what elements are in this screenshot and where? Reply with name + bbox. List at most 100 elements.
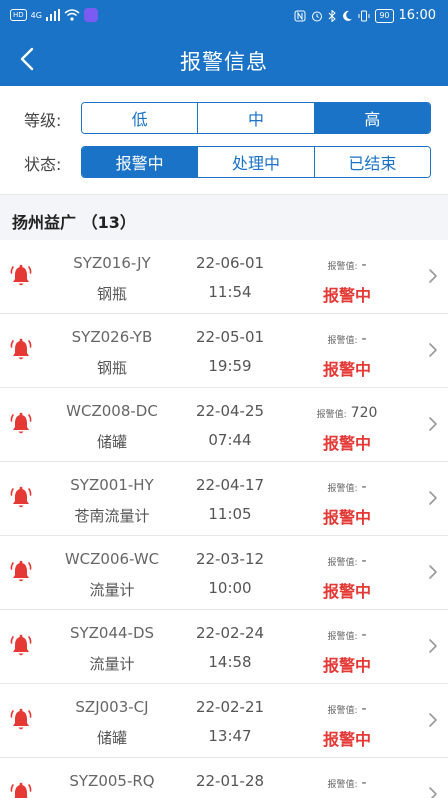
alarm-list-item[interactable]: SYZ016-JY 钢瓶 22-06-01 11:54 报警值: - 报警中: [0, 240, 448, 314]
alarm-value-label: 报警值:: [327, 262, 358, 272]
bluetooth-icon: [328, 9, 337, 22]
alarm-bell-icon: [10, 782, 32, 798]
device-type: 钢瓶: [96, 359, 127, 377]
level-segmented-control: 低 中 高: [81, 102, 431, 134]
chevron-right-icon: [429, 269, 437, 283]
alarm-value: -: [361, 257, 367, 273]
alarm-time: 07:44: [208, 431, 252, 449]
device-code: WCZ008-DC: [66, 402, 158, 420]
alarm-status: 报警中: [322, 730, 371, 749]
device-type: 流量计: [89, 581, 135, 599]
level-option-medium[interactable]: 中: [198, 103, 315, 133]
alarm-value-line: 报警值: -: [290, 328, 404, 347]
alarm-list-item[interactable]: SYZ005-RQ 22-01-28 报警值: -: [0, 758, 448, 798]
alarm-value: -: [361, 775, 367, 791]
alarm-date: 22-04-25: [195, 402, 265, 420]
alarm-value-line: 报警值: -: [290, 476, 404, 495]
device-code: SZJ003-CJ: [75, 698, 149, 716]
alarm-status: 报警中: [322, 508, 371, 527]
device-code: WCZ006-WC: [64, 550, 160, 568]
alarm-bell-icon: [10, 560, 32, 582]
alarm-date: 22-01-28: [195, 772, 265, 790]
alarm-value: -: [361, 701, 367, 717]
alarm-value-label: 报警值:: [327, 336, 358, 346]
alarm-value-line: 报警值: 720: [290, 402, 404, 421]
alarm-value-label: 报警值:: [316, 410, 347, 420]
alarm-value-label: 报警值:: [327, 484, 358, 494]
app-header: 报警信息: [0, 32, 448, 86]
filter-panel: 等级: 低 中 高 状态: 报警中 处理中 已结束: [0, 86, 448, 194]
alarm-status: 报警中: [322, 360, 371, 379]
alarm-value: -: [361, 627, 367, 643]
alarm-bell-icon: [10, 486, 32, 508]
level-option-high[interactable]: 高: [314, 103, 430, 133]
alarm-date: 22-06-01: [195, 254, 265, 272]
chevron-right-icon: [429, 787, 437, 798]
network-label: 4G: [30, 10, 42, 20]
alarm-date: 22-02-24: [195, 624, 265, 642]
wifi-icon: [64, 9, 80, 21]
device-code: SYZ005-RQ: [69, 772, 155, 790]
device-type: 流量计: [89, 655, 135, 673]
alarm-value-line: 报警值: -: [290, 254, 404, 273]
device-code: SYZ026-YB: [71, 328, 153, 346]
app-notification-icon: [83, 8, 98, 22]
alarm-value-label: 报警值:: [327, 706, 358, 716]
alarm-value: -: [361, 479, 367, 495]
status-bar-left: HD 4G: [10, 8, 98, 22]
chevron-right-icon: [429, 343, 437, 357]
alarm-bell-icon: [10, 338, 32, 360]
state-filter-row: 状态: 报警中 处理中 已结束: [0, 146, 448, 178]
state-segmented-control: 报警中 处理中 已结束: [81, 146, 431, 178]
alarm-value: -: [361, 553, 367, 569]
alarm-value-line: 报警值: -: [290, 772, 404, 791]
alarm-time: 13:47: [208, 727, 252, 745]
status-bar-right: 90 16:00: [294, 8, 436, 23]
alarm-bell-icon: [10, 708, 32, 730]
level-label: 等级:: [24, 111, 62, 130]
chevron-right-icon: [429, 713, 437, 727]
level-filter-row: 等级: 低 中 高: [0, 102, 448, 134]
alarm-value: -: [361, 331, 367, 347]
page-title: 报警信息: [180, 50, 268, 74]
signal-icon: [45, 9, 60, 21]
alarm-value-line: 报警值: -: [290, 550, 404, 569]
alarm-list-item[interactable]: WCZ008-DC 储罐 22-04-25 07:44 报警值: 720 报警中: [0, 388, 448, 462]
alarm-time: 10:00: [208, 579, 252, 597]
alarm-bell-icon: [10, 412, 32, 434]
level-option-low[interactable]: 低: [82, 103, 199, 133]
group-title: 扬州益广 （13）: [12, 213, 136, 232]
alarm-time: 11:54: [208, 283, 252, 301]
alarm-bell-icon: [10, 264, 32, 286]
alarm-list: SYZ016-JY 钢瓶 22-06-01 11:54 报警值: - 报警中 SY…: [0, 240, 448, 798]
chevron-right-icon: [429, 639, 437, 653]
alarm-value-line: 报警值: -: [290, 698, 404, 717]
alarm-status: 报警中: [322, 434, 371, 453]
alarm-list-item[interactable]: SYZ044-DS 流量计 22-02-24 14:58 报警值: - 报警中: [0, 610, 448, 684]
alarm-value-line: 报警值: -: [290, 624, 404, 643]
alarm-value-label: 报警值:: [327, 558, 358, 568]
alarm-list-item[interactable]: SZJ003-CJ 储罐 22-02-21 13:47 报警值: - 报警中: [0, 684, 448, 758]
device-code: SYZ001-HY: [70, 476, 154, 494]
state-option-processing[interactable]: 处理中: [198, 147, 315, 177]
alarm-value-label: 报警值:: [327, 632, 358, 642]
alarm-list-item[interactable]: WCZ006-WC 流量计 22-03-12 10:00 报警值: - 报警中: [0, 536, 448, 610]
alarm-status: 报警中: [322, 286, 371, 305]
alarm-list-item[interactable]: SYZ001-HY 苍南流量计 22-04-17 11:05 报警值: - 报警中: [0, 462, 448, 536]
group-header: 扬州益广 （13）: [0, 194, 448, 240]
device-type: 钢瓶: [96, 285, 127, 303]
state-option-alarming[interactable]: 报警中: [82, 147, 199, 177]
alarm-date: 22-03-12: [195, 550, 265, 568]
alarm-list-item[interactable]: SYZ026-YB 钢瓶 22-05-01 19:59 报警值: - 报警中: [0, 314, 448, 388]
battery-icon: 90: [375, 8, 394, 23]
alarm-bell-icon: [10, 634, 32, 656]
alarm-status: 报警中: [322, 582, 371, 601]
state-label: 状态:: [24, 155, 62, 174]
vibrate-icon: [358, 10, 370, 21]
alarm-date: 22-02-21: [195, 698, 265, 716]
alarm-date: 22-05-01: [195, 328, 265, 346]
alarm-time: 11:05: [208, 505, 252, 523]
status-bar: HD 4G 90 16:00: [0, 0, 448, 32]
hd-badge: HD: [10, 9, 27, 21]
state-option-ended[interactable]: 已结束: [314, 147, 430, 177]
